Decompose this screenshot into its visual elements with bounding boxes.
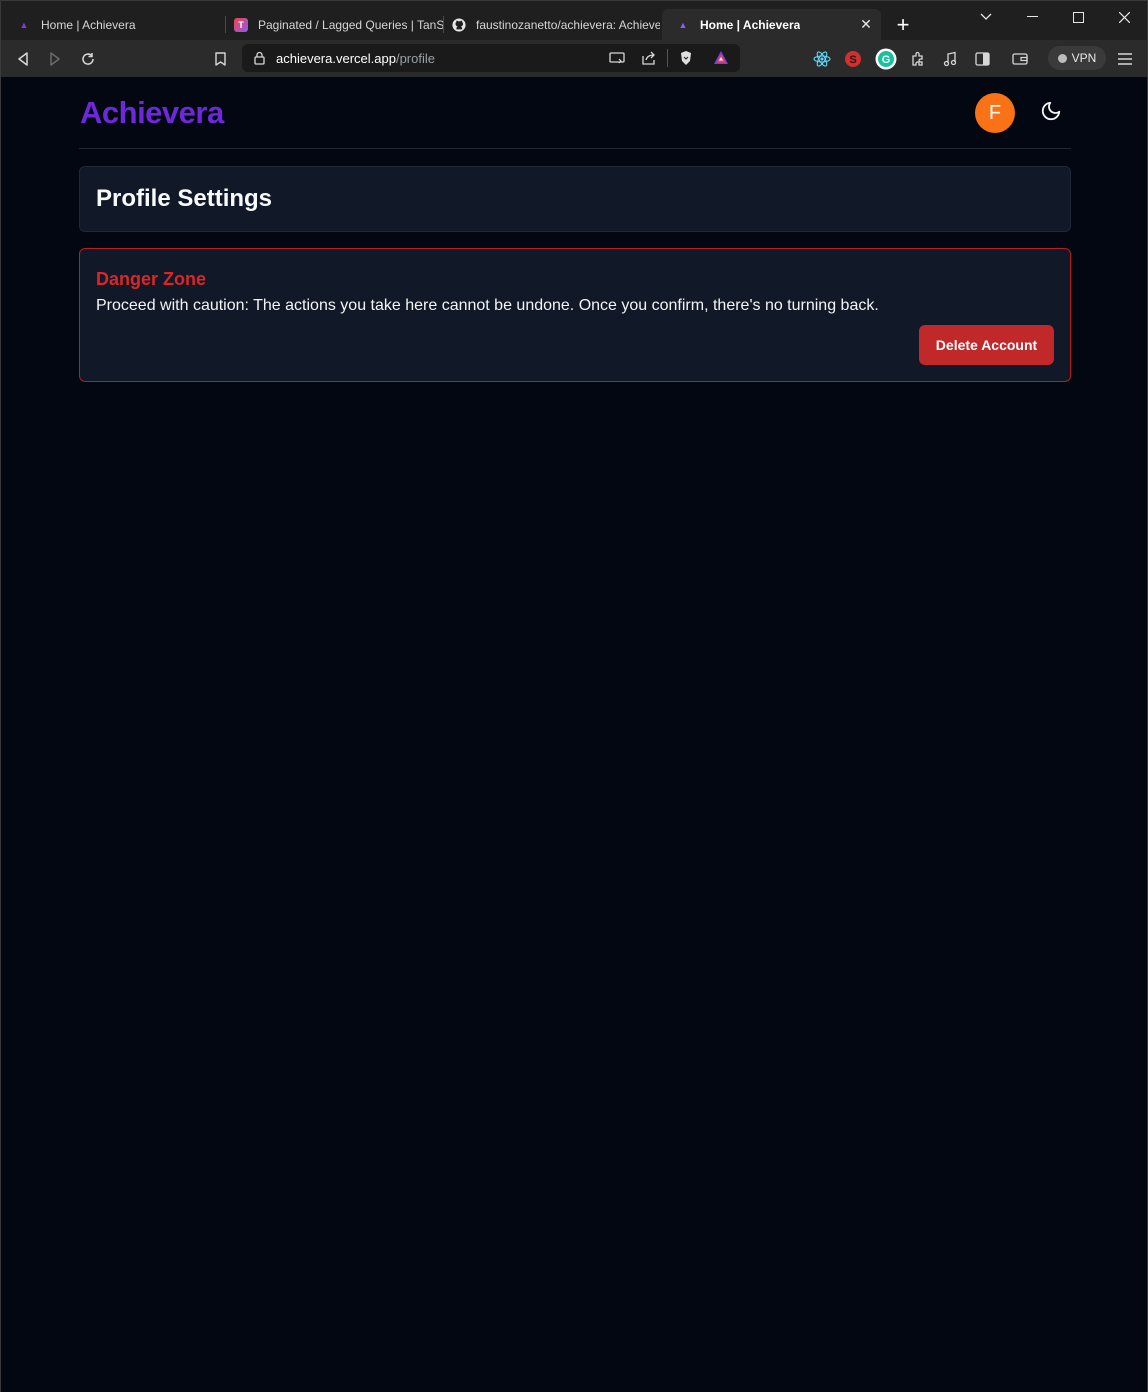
seo-extension-icon[interactable]: S [841, 47, 865, 71]
web-page: Achievera F Profile Settings Danger Zone… [1, 77, 1147, 1392]
url-host: achievera.vercel.app [276, 51, 396, 66]
brand-logo[interactable]: Achievera [80, 95, 224, 131]
menu-hamburger-icon[interactable] [1113, 47, 1137, 71]
reload-icon[interactable] [76, 47, 100, 71]
extensions-puzzle-icon[interactable] [906, 47, 930, 71]
app-header: Achievera F [79, 77, 1071, 149]
brave-shields-icon[interactable] [679, 50, 693, 71]
url-text: achievera.vercel.app/profile [276, 51, 435, 66]
url-path: /profile [395, 51, 435, 66]
address-bar[interactable]: achievera.vercel.app/profile [242, 44, 740, 72]
github-icon [452, 17, 466, 32]
moon-icon [1040, 100, 1062, 127]
cast-icon[interactable] [609, 51, 625, 70]
share-icon[interactable] [641, 51, 656, 70]
tab-strip: ▲ Home | Achievera T Paginated / Lagged … [1, 1, 1147, 40]
browser-window: ▲ Home | Achievera T Paginated / Lagged … [0, 0, 1148, 1392]
media-music-icon[interactable] [938, 47, 962, 71]
close-tab-icon[interactable]: ✕ [859, 17, 873, 31]
brave-rewards-icon[interactable] [713, 50, 729, 70]
bookmark-icon[interactable] [208, 47, 232, 71]
close-window-icon[interactable] [1101, 1, 1147, 33]
tab-search-chevron-icon[interactable] [963, 1, 1009, 33]
page-title: Profile Settings [96, 185, 273, 212]
maximize-icon[interactable] [1055, 1, 1101, 33]
achievera-logo-icon: ▲ [678, 19, 688, 30]
achievera-logo-icon: ▲ [19, 19, 29, 30]
tab-home-achievera-1[interactable]: ▲ Home | Achievera [3, 9, 225, 40]
react-devtools-icon[interactable] [810, 47, 834, 71]
minimize-icon[interactable] [1009, 1, 1055, 33]
delete-account-button[interactable]: Delete Account [919, 325, 1054, 365]
vpn-status-icon [1057, 53, 1067, 63]
sidebar-panel-icon[interactable] [970, 47, 994, 71]
new-tab-button[interactable]: + [891, 13, 915, 37]
danger-zone-title: Danger Zone [96, 269, 207, 289]
tab-home-achievera-active[interactable]: ▲ Home | Achievera ✕ [662, 9, 881, 40]
danger-zone-card: Danger Zone Proceed with caution: The ac… [79, 248, 1071, 382]
theme-toggle-button[interactable] [1037, 99, 1065, 127]
user-avatar[interactable]: F [975, 93, 1015, 133]
profile-settings-card: Profile Settings [79, 166, 1071, 232]
svg-text:S: S [849, 54, 856, 66]
browser-toolbar: achievera.vercel.app/profile S G VPN [1, 40, 1147, 77]
vpn-button[interactable]: VPN [1048, 46, 1106, 70]
grammarly-icon[interactable]: G [874, 47, 898, 71]
vpn-label: VPN [1071, 51, 1097, 65]
tab-github-achievera[interactable]: faustinozanetto/achievera: Achieve [438, 9, 660, 40]
tab-tanstack[interactable]: T Paginated / Lagged Queries | TanSt [220, 9, 443, 40]
danger-zone-description: Proceed with caution: The actions you ta… [96, 297, 879, 314]
forward-icon[interactable] [43, 47, 67, 71]
tanstack-icon: T [234, 17, 248, 32]
address-bar-divider [667, 49, 668, 67]
lock-icon [254, 51, 265, 70]
back-icon[interactable] [11, 47, 35, 71]
wallet-icon[interactable] [1008, 47, 1032, 71]
svg-text:G: G [882, 54, 891, 66]
